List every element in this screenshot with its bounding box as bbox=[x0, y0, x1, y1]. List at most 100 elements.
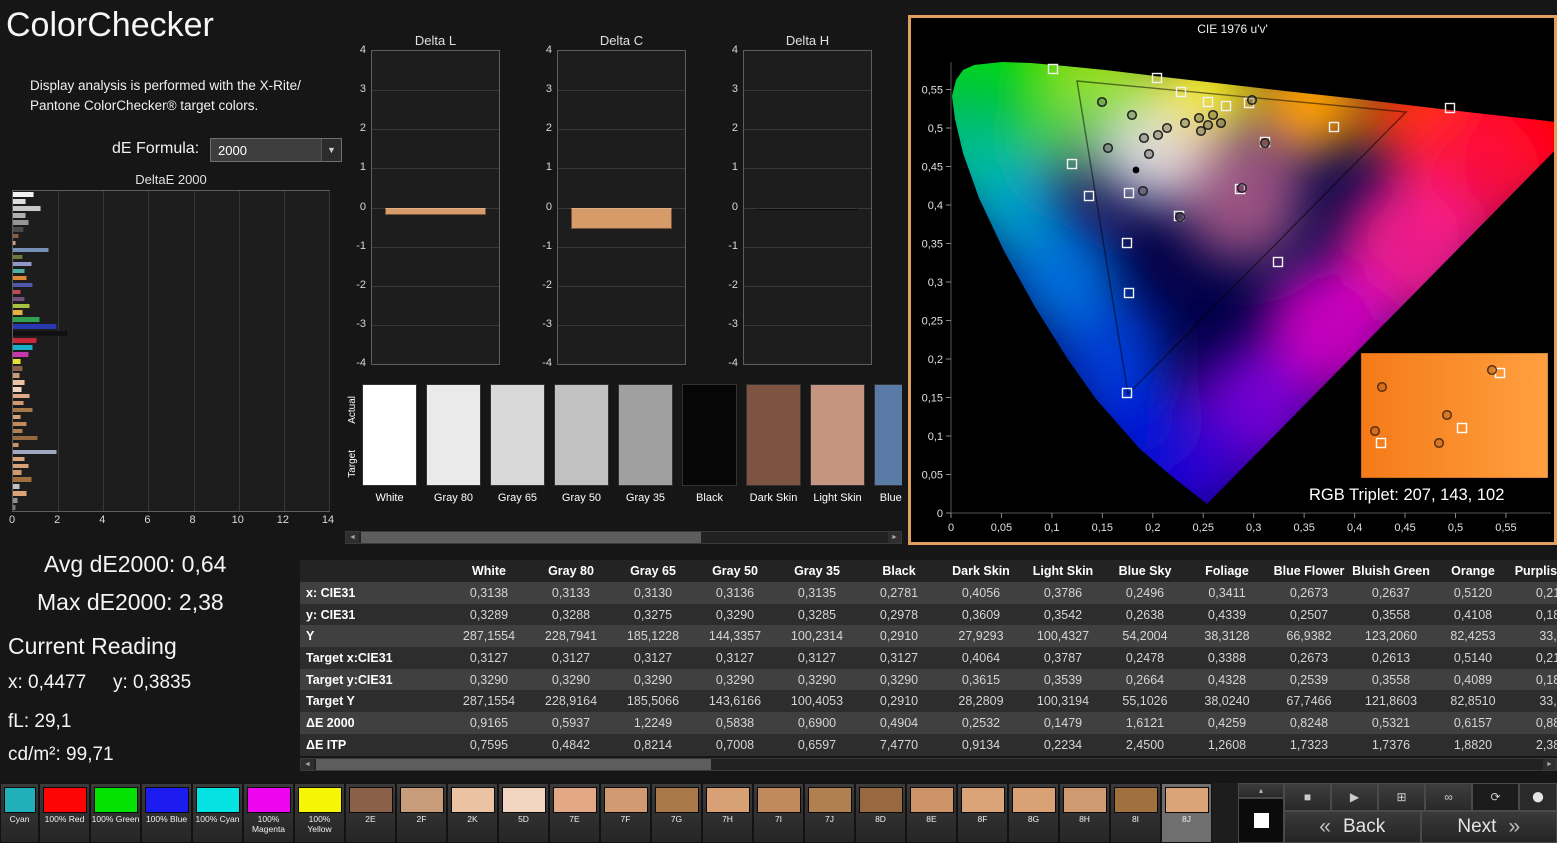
pattern-swatch-7e[interactable]: 7E bbox=[549, 783, 600, 843]
pattern-swatch-7j[interactable]: 7J bbox=[804, 783, 855, 843]
next-button[interactable]: Next » bbox=[1421, 811, 1557, 843]
pattern-swatch-8d[interactable]: 8D bbox=[855, 783, 906, 843]
patch-swatch[interactable]: Gray 50 bbox=[554, 384, 609, 504]
patch-color bbox=[810, 384, 865, 486]
patch-swatch[interactable]: Blue Sky bbox=[874, 384, 902, 504]
table-cell: 0,5321 bbox=[1350, 716, 1432, 730]
pattern-swatch-8g[interactable]: 8G bbox=[1008, 783, 1059, 843]
x-tick-label: 6 bbox=[144, 514, 150, 526]
pattern-swatch-2e[interactable]: 2E bbox=[345, 783, 396, 843]
pattern-swatch-7h[interactable]: 7H bbox=[702, 783, 753, 843]
pattern-swatch-7f[interactable]: 7F bbox=[600, 783, 651, 843]
row-label: Target Y bbox=[300, 694, 448, 708]
patch-swatch[interactable]: Dark Skin bbox=[746, 384, 801, 504]
table-cell: 0,4842 bbox=[530, 738, 612, 752]
scroll-left-icon[interactable]: ◄ bbox=[301, 759, 314, 770]
table-cell: 38,0240 bbox=[1186, 694, 1268, 708]
swatch-label: 7G bbox=[653, 815, 701, 825]
pattern-swatch-100-magenta[interactable]: 100% Magenta bbox=[243, 783, 294, 843]
chevron-down-icon[interactable]: ▼ bbox=[321, 139, 341, 161]
patch-color bbox=[746, 384, 801, 486]
column-header: Gray 65 bbox=[612, 564, 694, 578]
pattern-window-button[interactable] bbox=[1238, 798, 1284, 843]
pattern-swatch-8e[interactable]: 8E bbox=[906, 783, 957, 843]
refresh-button[interactable]: ⟳ bbox=[1472, 783, 1519, 811]
table-row: Y287,1554228,7941185,1228144,3357100,231… bbox=[300, 625, 1557, 647]
pattern-swatch-100-yellow[interactable]: 100% Yellow bbox=[294, 783, 345, 843]
stop-button[interactable]: ■ bbox=[1284, 783, 1331, 811]
row-label: x: CIE31 bbox=[300, 586, 448, 600]
deltae-bar bbox=[13, 415, 21, 420]
scrollbar-thumb[interactable] bbox=[361, 532, 701, 543]
x-tick-label: 8 bbox=[190, 514, 196, 526]
table-scrollbar[interactable]: ◄ ► bbox=[300, 758, 1557, 771]
scrollbar-track[interactable] bbox=[359, 532, 888, 543]
scroll-left-icon[interactable]: ◄ bbox=[346, 532, 359, 543]
expand-up-icon[interactable]: ▴ bbox=[1238, 783, 1284, 798]
deltae-bar bbox=[13, 248, 49, 253]
scrollbar-track[interactable] bbox=[314, 759, 1543, 770]
pattern-swatch-2f[interactable]: 2F bbox=[396, 783, 447, 843]
patch-swatch[interactable]: Gray 35 bbox=[618, 384, 673, 504]
swatch-color bbox=[349, 787, 393, 813]
pattern-swatch-8h[interactable]: 8H bbox=[1059, 783, 1110, 843]
pattern-swatch-2k[interactable]: 2K bbox=[447, 783, 498, 843]
y-tick-label: -1 bbox=[531, 240, 552, 252]
pattern-swatch-100-cyan[interactable]: 100% Cyan bbox=[192, 783, 243, 843]
pattern-swatch-7g[interactable]: 7G bbox=[651, 783, 702, 843]
column-header: Gray 80 bbox=[530, 564, 612, 578]
table-cell: 0,3609 bbox=[940, 608, 1022, 622]
table-cell: 1,7323 bbox=[1268, 738, 1350, 752]
swatch-color bbox=[451, 787, 495, 813]
deltae-bar bbox=[13, 234, 19, 239]
x-tick-label: 10 bbox=[232, 514, 244, 526]
table-cell: 0,5838 bbox=[694, 716, 776, 730]
y-tick-label: -3 bbox=[345, 318, 366, 330]
pattern-swatch-8f[interactable]: 8F bbox=[957, 783, 1008, 843]
pattern-swatch-8j[interactable]: 8J bbox=[1161, 783, 1212, 843]
scroll-right-icon[interactable]: ► bbox=[888, 532, 901, 543]
table-cell: 0,3133 bbox=[530, 586, 612, 600]
play-button[interactable]: ▶ bbox=[1331, 783, 1378, 811]
reading-cdm2: cd/m²: 99,71 bbox=[8, 744, 114, 766]
gridline bbox=[372, 247, 499, 248]
gridline bbox=[58, 191, 59, 511]
pattern-swatch-100-green[interactable]: 100% Green bbox=[90, 783, 141, 843]
patch-strip-scrollbar[interactable]: ◄ ► bbox=[345, 531, 902, 544]
pattern-grid-button[interactable]: ⊞ bbox=[1378, 783, 1425, 811]
gridline bbox=[558, 129, 685, 130]
gridline bbox=[744, 247, 871, 248]
pattern-swatch-5d[interactable]: 5D bbox=[498, 783, 549, 843]
pattern-swatch-cyan[interactable]: Cyan bbox=[0, 783, 39, 843]
back-label: Back bbox=[1343, 816, 1385, 838]
table-cell: 0,3127 bbox=[694, 651, 776, 665]
deltae-bar bbox=[13, 491, 27, 496]
column-header: Gray 50 bbox=[694, 564, 776, 578]
gridline bbox=[744, 286, 871, 287]
patch-swatch[interactable]: Gray 80 bbox=[426, 384, 481, 504]
scrollbar-thumb[interactable] bbox=[316, 759, 711, 770]
pattern-swatch-7i[interactable]: 7I bbox=[753, 783, 804, 843]
pattern-swatch-100-red[interactable]: 100% Red bbox=[39, 783, 90, 843]
table-cell: 100,3194 bbox=[1022, 694, 1104, 708]
y-tick-label: -3 bbox=[717, 318, 738, 330]
pattern-swatch-100-blue[interactable]: 100% Blue bbox=[141, 783, 192, 843]
patch-swatch[interactable]: Light Skin bbox=[810, 384, 865, 504]
back-button[interactable]: « Back bbox=[1284, 811, 1421, 843]
patch-swatch[interactable]: White bbox=[362, 384, 417, 504]
table-cell: 0,4089 bbox=[1432, 673, 1514, 687]
de-formula-dropdown[interactable]: 2000 ▼ bbox=[210, 138, 342, 162]
scroll-right-icon[interactable]: ► bbox=[1543, 759, 1556, 770]
patch-swatch[interactable]: Black bbox=[682, 384, 737, 504]
loop-button[interactable]: ∞ bbox=[1425, 783, 1472, 811]
y-tick-label: 0 bbox=[717, 201, 738, 213]
patch-swatch[interactable]: Gray 65 bbox=[490, 384, 545, 504]
table-cell: 0,3290 bbox=[612, 673, 694, 687]
deltae-bar bbox=[13, 345, 33, 350]
pattern-swatch-8i[interactable]: 8I bbox=[1110, 783, 1161, 843]
svg-text:0,05: 0,05 bbox=[922, 470, 943, 482]
patch-label: Gray 50 bbox=[562, 492, 601, 504]
gridline bbox=[372, 90, 499, 91]
table-cell: 0,3290 bbox=[694, 608, 776, 622]
delta-c-plot bbox=[557, 50, 686, 365]
